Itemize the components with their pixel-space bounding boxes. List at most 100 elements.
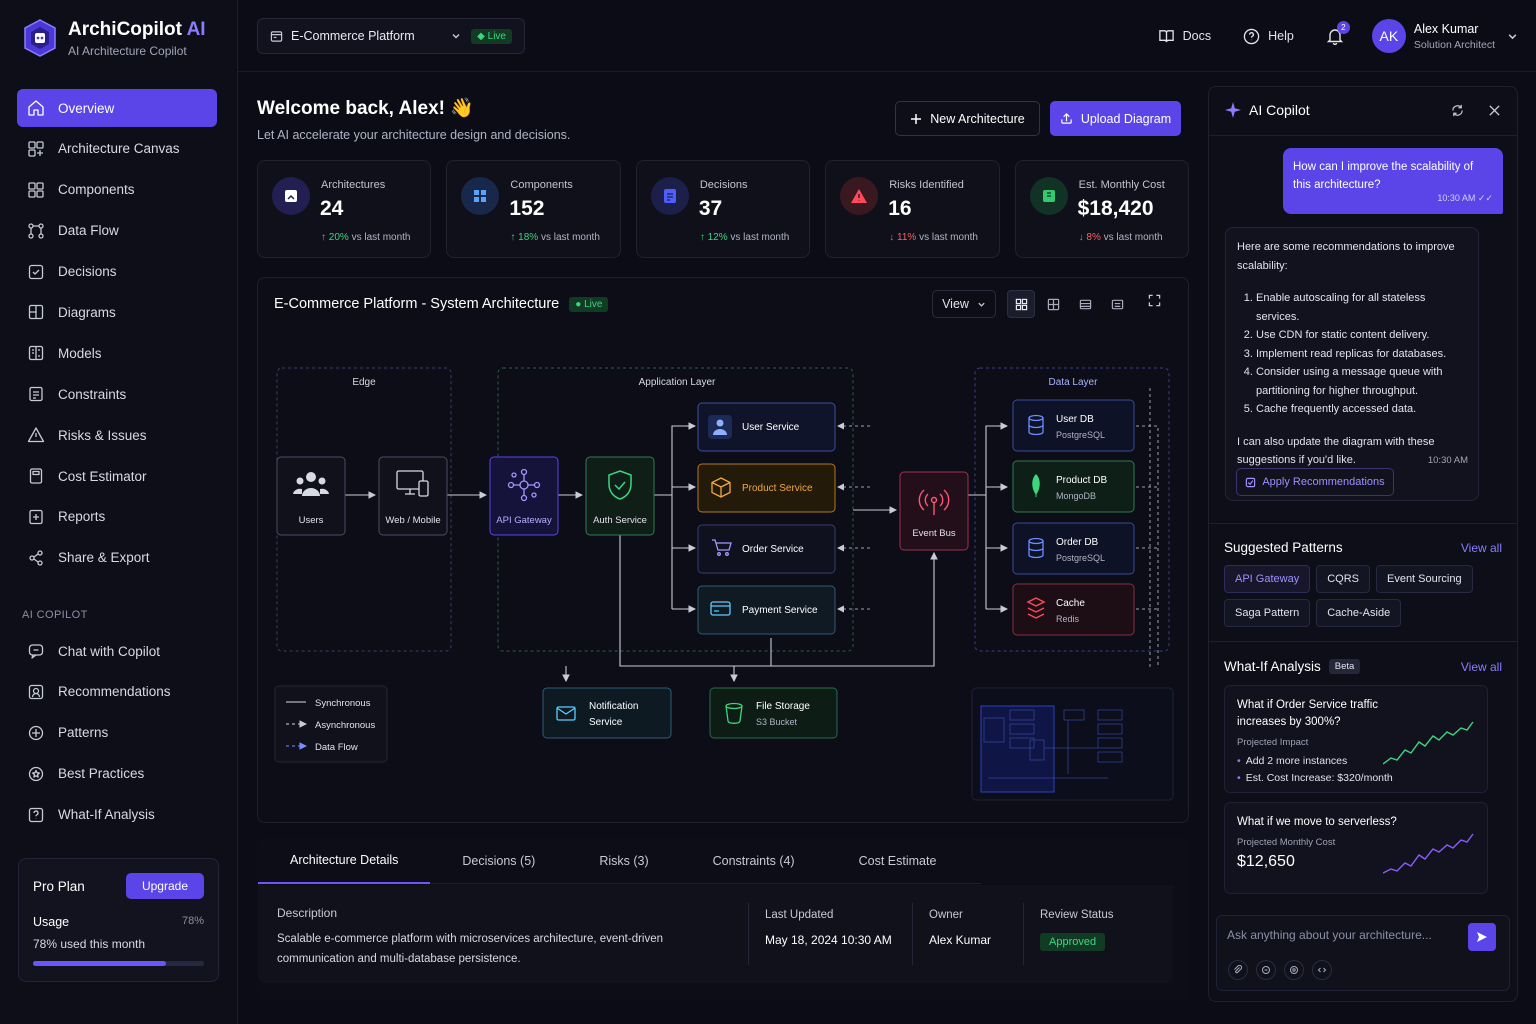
apply-recommendations-button[interactable]: Apply Recommendations <box>1236 468 1394 496</box>
user-service-node[interactable]: User Service <box>697 402 836 452</box>
owner-value: Alex Kumar <box>929 933 992 947</box>
notification-service-node[interactable]: Notification Service <box>542 687 672 739</box>
patterns-view-all-link[interactable]: View all <box>1461 541 1502 555</box>
sidebar-item-patterns[interactable]: Patterns <box>17 714 217 752</box>
upload-icon <box>1060 112 1073 125</box>
tab-cost-estimate[interactable]: Cost Estimate <box>827 837 969 884</box>
image-icon[interactable] <box>1284 960 1304 980</box>
user-db-node[interactable]: User DB PostgreSQL <box>1012 399 1135 452</box>
sparkle-icon <box>1225 102 1241 118</box>
project-select[interactable]: E-Commerce Platform ◆ Live <box>257 18 525 54</box>
tab-decisions-5[interactable]: Decisions (5) <box>430 837 567 884</box>
pattern-chip-cache-aside[interactable]: Cache-Aside <box>1316 599 1402 627</box>
web-mobile-node[interactable]: Web / Mobile <box>378 456 448 536</box>
tab-constraints-4[interactable]: Constraints (4) <box>681 837 827 884</box>
event-bus-node[interactable]: Event Bus <box>899 471 969 551</box>
product-db-sublabel: MongoDB <box>1056 491 1096 501</box>
what-if-card-traffic[interactable]: What if Order Service traffic increases … <box>1224 685 1488 793</box>
sidebar-item-architecture-canvas[interactable]: Architecture Canvas <box>17 130 217 168</box>
sidebar-item-diagrams[interactable]: Diagrams <box>17 293 217 331</box>
diagram-icon[interactable] <box>1256 960 1276 980</box>
file-storage-node[interactable]: File Storage S3 Bucket <box>709 687 838 739</box>
payment-service-node[interactable]: Payment Service <box>697 585 836 635</box>
users-node[interactable]: Users <box>276 456 346 536</box>
product-db-node[interactable]: Product DB MongoDB <box>1012 460 1135 513</box>
fullscreen-button[interactable] <box>1148 294 1161 307</box>
auth-service-node[interactable]: Auth Service <box>585 456 655 536</box>
cache-node[interactable]: Cache Redis <box>1012 583 1135 636</box>
stat-card-monthly-cost[interactable]: Est. Monthly Cost $18,420 ↓ 8% vs last mon… <box>1014 160 1190 258</box>
stat-change-value: ↓ 8% <box>1078 232 1101 243</box>
sidebar-item-reports[interactable]: Reports <box>17 498 217 536</box>
sidebar-item-recommendations[interactable]: Recommendations <box>17 673 217 711</box>
ask-input[interactable] <box>1227 926 1457 944</box>
stat-card-risks[interactable]: Risks Identified 16 ↓ 11% vs last month <box>825 160 1000 258</box>
refresh-icon[interactable] <box>1451 104 1464 120</box>
stat-change: ↑ 20% vs last month <box>321 232 411 243</box>
sidebar-item-risks-issues[interactable]: Risks & Issues <box>17 416 217 454</box>
docs-link[interactable]: Docs <box>1158 28 1211 45</box>
stat-card-decisions[interactable]: Decisions 37 ↑ 12% vs last month <box>635 160 811 258</box>
project-name: E-Commerce Platform <box>291 29 415 43</box>
help-link[interactable]: Help <box>1243 28 1294 45</box>
grid-view-button[interactable] <box>1007 290 1035 318</box>
code-icon[interactable] <box>1312 960 1332 980</box>
owner: Owner Alex Kumar <box>929 909 991 947</box>
tab-architecture-details[interactable]: Architecture Details <box>258 837 431 884</box>
send-button[interactable] <box>1468 923 1496 951</box>
product-service-node[interactable]: Product Service <box>697 463 836 513</box>
list-view-button[interactable] <box>1103 290 1131 318</box>
pattern-chip-saga-pattern[interactable]: Saga Pattern <box>1224 599 1311 627</box>
tab-risks-3[interactable]: Risks (3) <box>567 837 680 884</box>
pattern-chip-event-sourcing[interactable]: Event Sourcing <box>1375 565 1473 593</box>
chevron-down-icon[interactable] <box>1507 31 1518 42</box>
usage-bar-fill <box>33 961 167 966</box>
attach-icon[interactable] <box>1228 960 1248 980</box>
sidebar-item-best-practices[interactable]: Best Practices <box>17 755 217 793</box>
upload-diagram-button[interactable]: Upload Diagram <box>1050 101 1181 136</box>
sidebar-item-models[interactable]: Models <box>17 334 217 372</box>
close-icon[interactable] <box>1488 104 1501 120</box>
sidebar-item-constraints[interactable]: Constraints <box>17 375 217 413</box>
architecture-diagram[interactable]: Edge Application Layer Data Layer Users … <box>258 278 1190 824</box>
order-service-node[interactable]: Order Service <box>697 524 836 574</box>
sidebar-item-data-flow[interactable]: Data Flow <box>17 212 217 250</box>
what-if-card-serverless[interactable]: What if we move to serverless? Projected… <box>1224 802 1488 894</box>
bus-to-notification-edge <box>566 638 772 681</box>
live-badge: ◆ Live <box>471 28 512 44</box>
minimap[interactable] <box>971 687 1174 801</box>
stat-card-components[interactable]: Components 152 ↑ 18% vs last month <box>446 160 621 258</box>
owner-label: Owner <box>929 909 963 921</box>
product-db-label: Product DB <box>1056 475 1107 486</box>
order-db-node[interactable]: Order DB PostgreSQL <box>1012 522 1135 575</box>
api-gateway-node[interactable]: API Gateway <box>489 456 559 536</box>
sidebar-item-share-export[interactable]: Share & Export <box>17 539 217 577</box>
user-menu[interactable]: Alex Kumar Solution Architect <box>1414 22 1495 51</box>
brand[interactable]: ArchiCopilot AI AI Architecture Copilot <box>22 18 206 58</box>
sidebar-item-decisions[interactable]: Decisions <box>17 253 217 291</box>
project-icon <box>270 30 283 42</box>
pattern-chip-api-gateway[interactable]: API Gateway <box>1224 565 1311 593</box>
upgrade-button[interactable]: Upgrade <box>125 873 204 899</box>
sidebar-item-overview[interactable]: Overview <box>17 89 217 127</box>
logo-icon <box>24 19 56 57</box>
stat-change: ↑ 18% vs last month <box>510 232 600 243</box>
sidebar-item-cost-estimator[interactable]: Cost Estimator <box>17 457 217 495</box>
plus-icon <box>910 113 922 125</box>
table-view-button[interactable] <box>1071 290 1099 318</box>
avatar[interactable]: AK <box>1371 19 1406 53</box>
sidebar-item-what-if-analysis[interactable]: What-If Analysis <box>17 796 217 834</box>
view-dropdown[interactable]: View <box>932 290 996 318</box>
api-gateway-label: API Gateway <box>496 515 552 526</box>
sidebar-item-chat-with-copilot[interactable]: Chat with Copilot <box>17 632 217 670</box>
sidebar-item-components[interactable]: Components <box>17 171 217 209</box>
new-architecture-button[interactable]: New Architecture <box>895 101 1040 136</box>
recommendation-item: Use CDN for static content delivery. <box>1256 326 1467 345</box>
layout-view-button[interactable] <box>1039 290 1067 318</box>
notifications-button[interactable]: 2 <box>1326 21 1350 45</box>
web-mobile-label: Web / Mobile <box>385 515 440 526</box>
stat-card-architectures[interactable]: Architectures 24 ↑ 20% vs last month <box>257 160 432 258</box>
what-if-view-all-link[interactable]: View all <box>1461 660 1502 674</box>
pattern-chip-cqrs[interactable]: CQRS <box>1316 565 1370 593</box>
upload-diagram-label: Upload Diagram <box>1080 111 1172 126</box>
